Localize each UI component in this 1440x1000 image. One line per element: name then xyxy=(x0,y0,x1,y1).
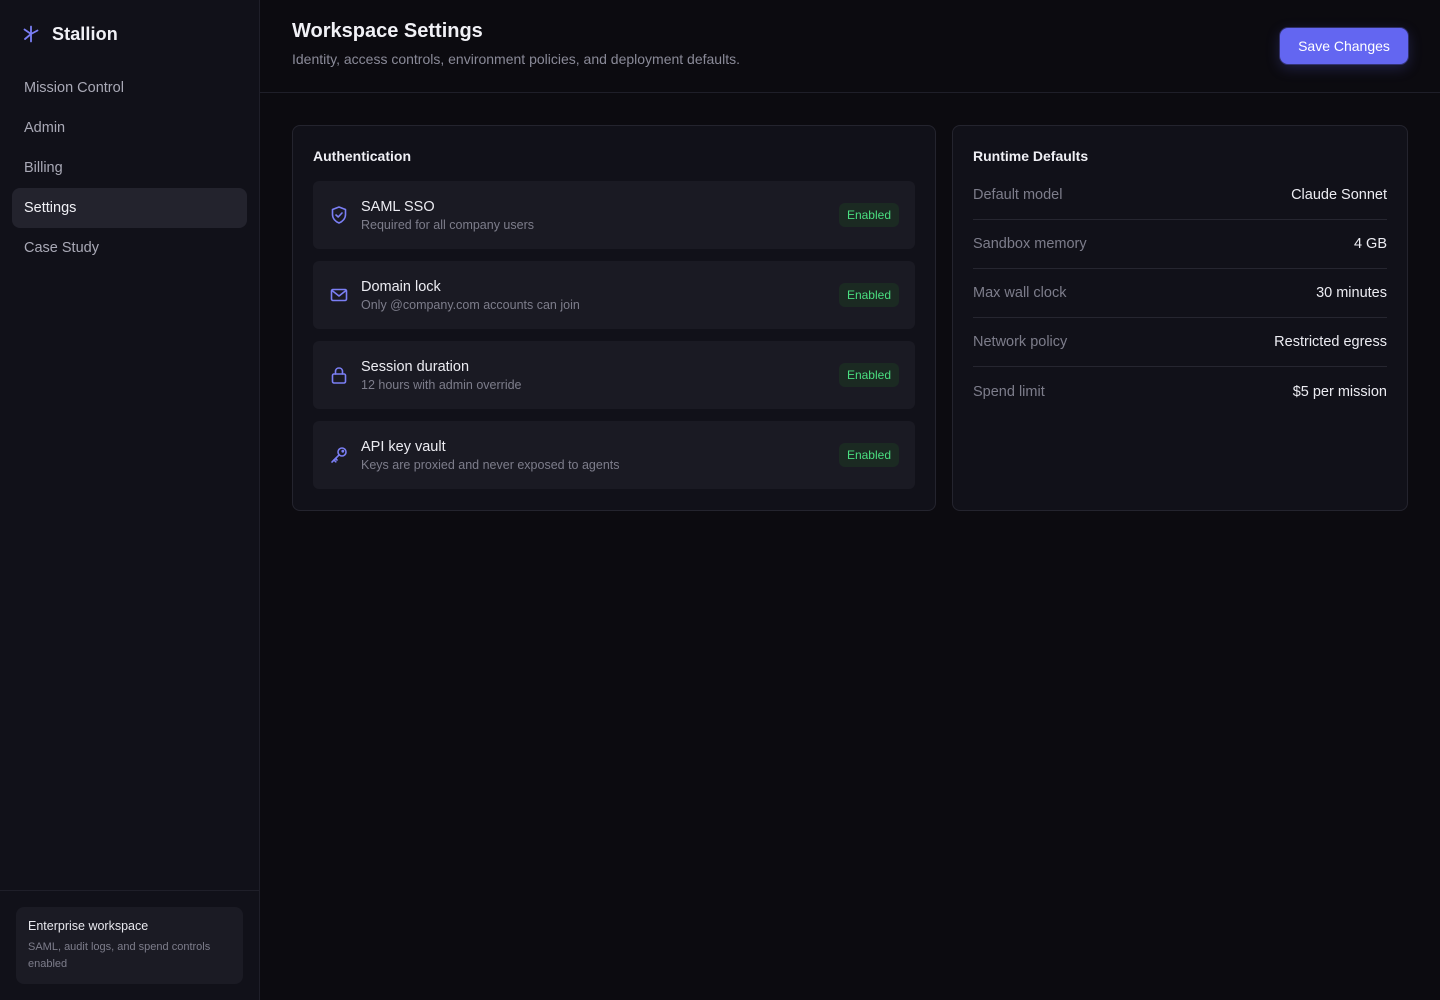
workspace-description: SAML, audit logs, and spend controls ena… xyxy=(28,941,211,970)
auth-item-text: SAML SSO Required for all company users xyxy=(361,199,839,232)
runtime-row-spend-limit: Spend limit $5 per mission xyxy=(973,367,1387,416)
runtime-label: Max wall clock xyxy=(973,285,1067,301)
save-changes-button[interactable]: Save Changes xyxy=(1280,28,1408,64)
runtime-value[interactable]: 4 GB xyxy=(1354,236,1387,252)
auth-item-text: Domain lock Only @company.com accounts c… xyxy=(361,279,839,312)
auth-item-domain-lock[interactable]: Domain lock Only @company.com accounts c… xyxy=(313,261,915,329)
sidebar-item-mission-control[interactable]: Mission Control xyxy=(12,68,247,108)
runtime-label: Network policy xyxy=(973,334,1068,350)
runtime-row-default-model: Default model Claude Sonnet xyxy=(973,171,1387,220)
runtime-label: Spend limit xyxy=(973,383,1045,400)
runtime-label: Sandbox memory xyxy=(973,236,1087,252)
app-shell: Stallion Mission Control Admin Billing S… xyxy=(0,0,1440,1000)
runtime-row-max-wall-clock: Max wall clock 30 minutes xyxy=(973,269,1387,318)
auth-item-description: 12 hours with admin override xyxy=(361,377,522,392)
sidebar-item-billing[interactable]: Billing xyxy=(12,148,247,188)
status-badge: Enabled xyxy=(838,363,899,387)
runtime-row-sandbox-memory: Sandbox memory 4 GB xyxy=(973,220,1387,269)
runtime-row-network-policy: Network policy Restricted egress xyxy=(973,318,1387,367)
shield-check-icon xyxy=(329,205,349,225)
sidebar-item-case-study[interactable]: Case Study xyxy=(12,228,247,268)
auth-item-name: Session duration xyxy=(361,358,470,375)
brand-name: Stallion xyxy=(52,23,118,44)
status-badge: Enabled xyxy=(838,443,899,467)
auth-item-session-duration[interactable]: Session duration 12 hours with admin ove… xyxy=(313,341,915,409)
sparkle-icon xyxy=(22,25,40,43)
sidebar-item-admin[interactable]: Admin xyxy=(12,108,247,148)
auth-item-description: Required for all company users xyxy=(361,217,534,232)
lock-icon xyxy=(329,365,349,385)
mail-icon xyxy=(329,285,349,305)
runtime-value[interactable]: Claude Sonnet xyxy=(1291,187,1387,203)
runtime-label: Default model xyxy=(973,187,1063,203)
auth-item-name: Domain lock xyxy=(361,278,441,295)
auth-item-description: Keys are proxied and never exposed to ag… xyxy=(361,457,620,472)
auth-item-text: Session duration 12 hours with admin ove… xyxy=(361,359,839,392)
runtime-value[interactable]: Restricted egress xyxy=(1274,334,1387,350)
workspace-title: Enterprise workspace xyxy=(28,919,149,933)
authentication-panel: Authentication SAML SSO Required for all… xyxy=(292,125,936,511)
settings-content: Authentication SAML SSO Required for all… xyxy=(260,93,1440,543)
runtime-value[interactable]: 30 minutes xyxy=(1316,285,1387,301)
auth-item-description: Only @company.com accounts can join xyxy=(361,297,580,312)
panel-title: Runtime Defaults xyxy=(973,148,1089,164)
auth-item-text: API key vault Keys are proxied and never… xyxy=(361,439,839,472)
sidebar-nav: Mission Control Admin Billing Settings C… xyxy=(0,68,259,268)
sidebar-item-label: Billing xyxy=(24,160,63,176)
sidebar: Stallion Mission Control Admin Billing S… xyxy=(0,0,260,1000)
brand[interactable]: Stallion xyxy=(0,0,259,68)
status-badge: Enabled xyxy=(838,203,899,227)
key-icon xyxy=(329,445,349,465)
sidebar-item-label: Mission Control xyxy=(24,80,124,96)
runtime-value[interactable]: $5 per mission xyxy=(1293,384,1387,400)
sidebar-item-label: Admin xyxy=(24,120,66,136)
runtime-list: Default model Claude Sonnet Sandbox memo… xyxy=(973,171,1387,416)
panel-title: Authentication xyxy=(313,148,411,164)
auth-item-name: API key vault xyxy=(361,438,446,455)
auth-item-api-key-vault[interactable]: API key vault Keys are proxied and never… xyxy=(313,421,915,489)
page-title: Workspace Settings xyxy=(292,20,483,42)
sidebar-item-label: Case Study xyxy=(24,240,99,256)
auth-item-saml-sso[interactable]: SAML SSO Required for all company users … xyxy=(313,181,915,249)
sidebar-footer: Enterprise workspace SAML, audit logs, a… xyxy=(0,890,259,1000)
workspace-card: Enterprise workspace SAML, audit logs, a… xyxy=(16,907,243,984)
main-content: Workspace Settings Identity, access cont… xyxy=(260,0,1440,1000)
sidebar-item-settings[interactable]: Settings xyxy=(12,188,247,228)
page-subtitle: Identity, access controls, environment p… xyxy=(292,51,740,67)
auth-item-name: SAML SSO xyxy=(361,198,435,215)
status-badge: Enabled xyxy=(838,283,899,307)
page-header: Workspace Settings Identity, access cont… xyxy=(260,0,1440,93)
runtime-defaults-panel: Runtime Defaults Default model Claude So… xyxy=(952,125,1408,511)
sidebar-item-label: Settings xyxy=(24,200,77,216)
